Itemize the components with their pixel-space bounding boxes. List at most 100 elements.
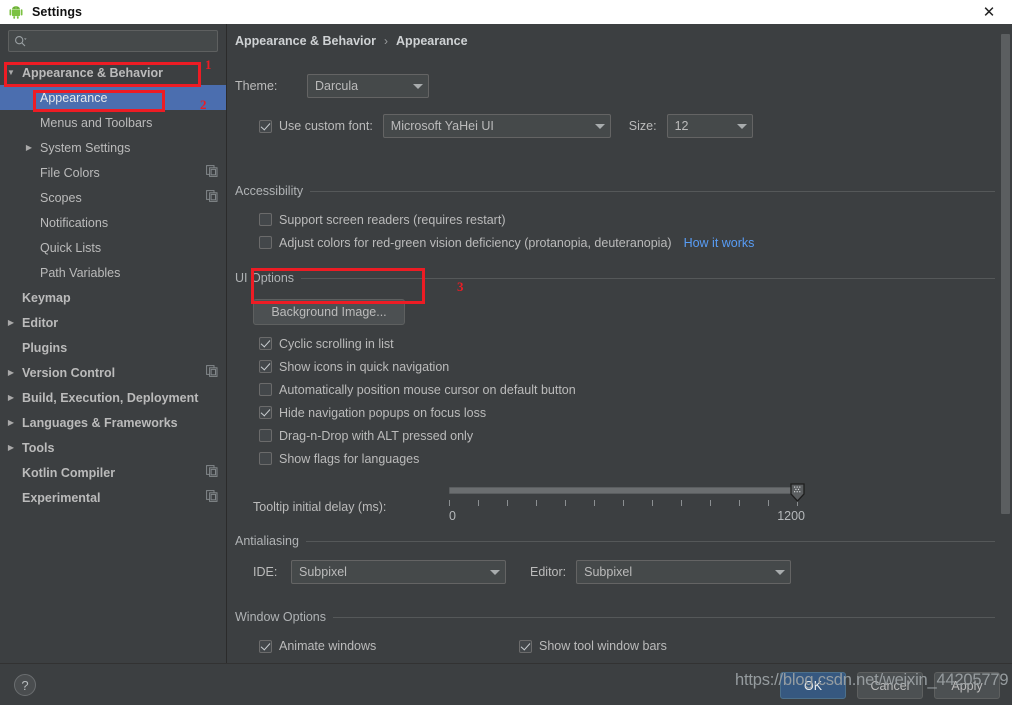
window-options-section-title: Window Options (235, 610, 327, 624)
theme-row: Theme: Darcula (235, 74, 429, 98)
ui-option-automatically-position-mouse-cursor-on-default-button-checkbox[interactable]: Automatically position mouse cursor on d… (259, 378, 576, 401)
antialiasing-editor-select[interactable]: Subpixel (576, 560, 792, 584)
slider-tick (768, 500, 769, 506)
copy-settings-icon[interactable] (206, 165, 218, 180)
sidebar-item-keymap[interactable]: Keymap (0, 285, 226, 310)
background-image-button[interactable]: Background Image... (253, 299, 405, 325)
close-icon[interactable]: ✕ (966, 0, 1012, 24)
ui-option-label: Show icons in quick navigation (279, 359, 450, 374)
sidebar-item-label: Kotlin Compiler (22, 465, 116, 480)
apply-button[interactable]: Apply (934, 672, 1000, 699)
ui-option-show-flags-for-languages-checkbox[interactable]: Show flags for languages (259, 447, 576, 470)
window-options-right-column: Show tool window barsShow tool window nu… (519, 634, 691, 663)
sidebar-item-file-colors[interactable]: File Colors (0, 160, 226, 185)
sidebar-item-label: Build, Execution, Deployment (22, 390, 199, 405)
search-box[interactable] (8, 30, 218, 52)
window-options-section-header: Window Options (235, 610, 995, 624)
theme-select[interactable]: Darcula (307, 74, 429, 98)
slider-tick (594, 500, 595, 506)
section-divider (333, 616, 995, 618)
sidebar-item-appearance-behavior[interactable]: ▼ Appearance & Behavior (0, 60, 226, 85)
sidebar-item-version-control[interactable]: ▶ Version Control (0, 360, 226, 385)
slider-tick (623, 500, 624, 506)
slider-tick (710, 500, 711, 506)
sidebar-item-system-settings[interactable]: ▶ System Settings (0, 135, 226, 160)
section-divider (301, 277, 995, 279)
adjust-colors-checkbox[interactable]: Adjust colors for red-green vision defic… (259, 231, 754, 254)
panel-vertical-scrollbar[interactable] (998, 24, 1012, 663)
adjust-colors-label: Adjust colors for red-green vision defic… (279, 235, 672, 250)
theme-label: Theme: (235, 79, 278, 93)
slider-thumb[interactable] (790, 483, 805, 502)
sidebar-item-editor[interactable]: ▶ Editor (0, 310, 226, 335)
support-screen-readers-label: Support screen readers (requires restart… (279, 212, 506, 227)
antialiasing-ide-select[interactable]: Subpixel (291, 560, 506, 584)
sidebar-item-path-variables[interactable]: Path Variables (0, 260, 226, 285)
chevron-right-icon[interactable]: ▶ (4, 443, 18, 452)
section-divider (310, 190, 995, 192)
how-it-works-link[interactable]: How it works (684, 236, 755, 250)
tooltip-delay-slider[interactable]: 0 1200 (449, 483, 805, 532)
copy-settings-icon[interactable] (206, 190, 218, 205)
ui-option-drag-n-drop-with-alt-pressed-only-checkbox[interactable]: Drag-n-Drop with ALT pressed only (259, 424, 576, 447)
sidebar-item-notifications[interactable]: Notifications (0, 210, 226, 235)
checkbox-box-icon (259, 236, 272, 249)
sidebar-item-experimental[interactable]: Experimental (0, 485, 226, 510)
theme-select-value: Darcula (315, 79, 359, 93)
scrollbar-thumb[interactable] (1001, 34, 1010, 514)
accessibility-section-title: Accessibility (235, 184, 304, 198)
ui-option-cyclic-scrolling-in-list-checkbox[interactable]: Cyclic scrolling in list (259, 332, 576, 355)
sidebar-item-label: Tools (22, 440, 55, 455)
ui-option-label: Show flags for languages (279, 451, 420, 466)
window-option-show-tool-window-bars-checkbox[interactable]: Show tool window bars (519, 634, 691, 658)
chevron-right-icon[interactable]: ▶ (4, 318, 18, 327)
copy-settings-icon[interactable] (206, 365, 218, 380)
background-image-row: Background Image... (253, 299, 405, 325)
chevron-down-icon (590, 115, 610, 137)
ui-options-section-header: UI Options (235, 271, 995, 285)
settings-tree: ▼ Appearance & Behavior Appearance Menus an… (0, 60, 226, 510)
sidebar-item-build-execution-deployment[interactable]: ▶ Build, Execution, Deployment (0, 385, 226, 410)
cancel-button[interactable]: Cancel (857, 672, 923, 699)
font-size-select[interactable]: 12 (666, 114, 753, 138)
chevron-right-icon[interactable]: ▶ (4, 368, 18, 377)
slider-tick (739, 500, 740, 506)
sidebar-item-quick-lists[interactable]: Quick Lists (0, 235, 226, 260)
chevron-right-icon[interactable]: ▶ (4, 418, 18, 427)
tooltip-delay-label: Tooltip initial delay (ms): (253, 500, 387, 514)
chevron-down-icon[interactable]: ▼ (4, 68, 18, 77)
ok-button[interactable]: OK (780, 672, 846, 699)
font-size-label: Size: (628, 119, 657, 133)
sidebar-item-plugins[interactable]: Plugins (0, 335, 226, 360)
help-button[interactable]: ? (14, 674, 36, 696)
use-custom-font-label: Use custom font: (279, 119, 373, 133)
sidebar-item-label: Quick Lists (40, 240, 102, 255)
copy-settings-icon[interactable] (206, 490, 218, 505)
breadcrumb-root[interactable]: Appearance & Behavior (235, 34, 376, 48)
ui-option-hide-navigation-popups-on-focus-loss-checkbox[interactable]: Hide navigation popups on focus loss (259, 401, 576, 424)
support-screen-readers-checkbox[interactable]: Support screen readers (requires restart… (259, 208, 754, 231)
checkbox-box-icon (259, 213, 272, 226)
ui-option-show-icons-in-quick-navigation-checkbox[interactable]: Show icons in quick navigation (259, 355, 576, 378)
copy-settings-icon[interactable] (206, 465, 218, 480)
use-custom-font-checkbox[interactable]: Use custom font: (259, 115, 373, 138)
accessibility-section-header: Accessibility (235, 184, 995, 198)
sidebar-item-menus-and-toolbars[interactable]: Menus and Toolbars (0, 110, 226, 135)
slider-track[interactable] (449, 487, 797, 494)
window-option-animate-windows-checkbox[interactable]: Animate windows (259, 634, 410, 658)
sidebar-item-languages-frameworks[interactable]: ▶ Languages & Frameworks (0, 410, 226, 435)
settings-panel: Appearance & Behavior › Appearance Theme… (227, 24, 1012, 663)
font-family-select[interactable]: Microsoft YaHei UI (382, 114, 611, 138)
breadcrumb: Appearance & Behavior › Appearance (235, 34, 468, 48)
sidebar-item-tools[interactable]: ▶ Tools (0, 435, 226, 460)
chevron-down-icon (770, 561, 790, 583)
appearance-form: Theme: Darcula Use custom font: Microsof… (227, 62, 1012, 663)
sidebar-item-appearance[interactable]: Appearance (0, 85, 226, 110)
antialiasing-ide-label: IDE: (253, 565, 278, 579)
sidebar-item-scopes[interactable]: Scopes (0, 185, 226, 210)
sidebar-item-kotlin-compiler[interactable]: Kotlin Compiler (0, 460, 226, 485)
chevron-right-icon[interactable]: ▶ (22, 143, 36, 152)
chevron-right-icon[interactable]: ▶ (4, 393, 18, 402)
slider-tick (565, 500, 566, 506)
search-input[interactable] (29, 32, 212, 50)
